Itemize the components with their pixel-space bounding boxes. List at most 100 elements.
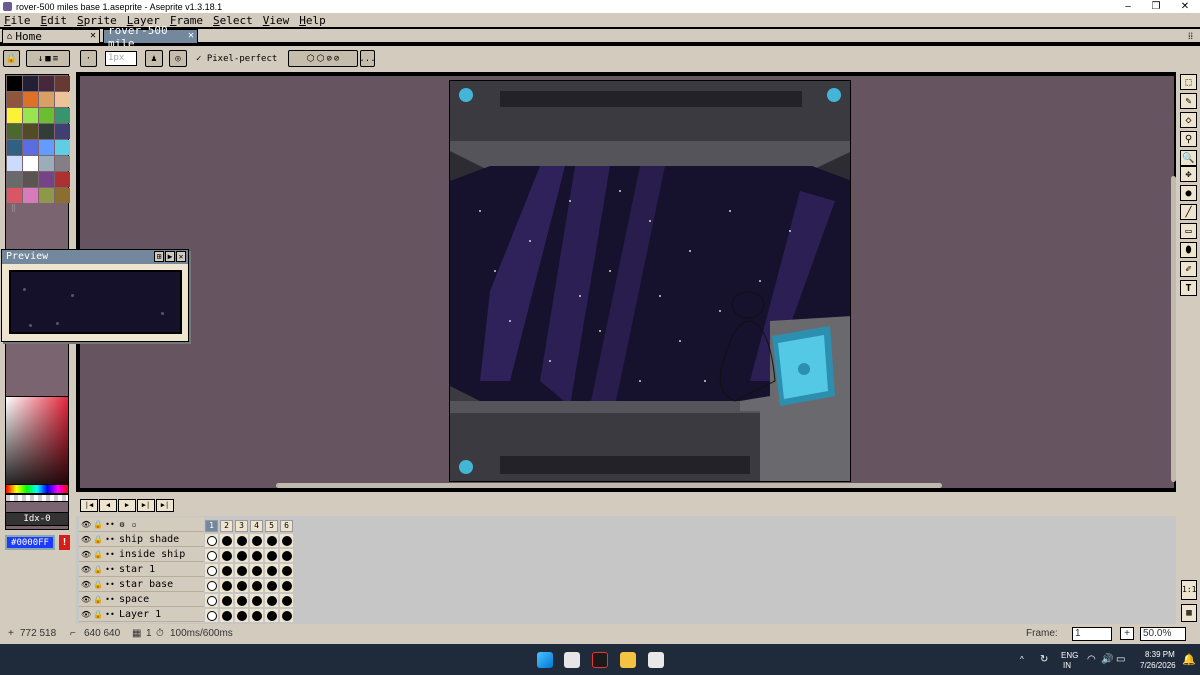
preview-title-bar[interactable]: Preview ⊞ ▶ ✕ (2, 250, 188, 264)
line-tool-icon[interactable]: ╱ (1180, 204, 1197, 220)
layer-settings-icon[interactable]: ⚙ (117, 520, 127, 530)
cel[interactable] (265, 549, 278, 562)
palette-swatch[interactable] (23, 76, 38, 91)
cel[interactable] (250, 564, 263, 577)
palette-swatch[interactable] (7, 156, 22, 171)
palette-swatch[interactable] (39, 156, 54, 171)
menu-view[interactable]: View (263, 14, 290, 27)
smudge-tool-icon[interactable]: ✐ (1180, 261, 1197, 277)
eye-icon[interactable]: 👁 (81, 520, 91, 530)
cel[interactable] (280, 594, 293, 607)
close-tab-icon[interactable]: ✕ (188, 30, 194, 41)
frame-header[interactable]: 3 (235, 520, 248, 532)
cel[interactable] (205, 534, 218, 547)
cel[interactable] (280, 609, 293, 622)
tray-app-icon[interactable]: ↻ (1040, 654, 1048, 665)
palette-swatch[interactable] (55, 172, 70, 187)
cel[interactable] (220, 579, 233, 592)
play-icon[interactable]: ▶ (118, 499, 136, 512)
palette-resize-icon[interactable]: ‖ (11, 203, 16, 212)
tab-home[interactable]: ⌂ Home ✕ (2, 29, 100, 44)
cel[interactable] (235, 609, 248, 622)
cel[interactable] (205, 594, 218, 607)
cel[interactable] (220, 609, 233, 622)
ink-icon[interactable]: ♟ (145, 50, 163, 67)
palette-swatch[interactable] (23, 188, 38, 203)
file-explorer-icon[interactable] (620, 652, 636, 668)
opera-gx-icon[interactable] (592, 652, 608, 668)
pixel-perfect-checkbox[interactable]: ✓ Pixel-perfect (196, 54, 277, 64)
palette-swatch[interactable] (55, 124, 70, 139)
cel[interactable] (205, 579, 218, 592)
menu-help[interactable]: Help (299, 14, 326, 27)
last-frame-icon[interactable]: ▶| (156, 499, 174, 512)
cel[interactable] (235, 564, 248, 577)
layer-row[interactable]: 👁 🔒 •• inside ship (79, 548, 204, 562)
menu-select[interactable]: Select (213, 14, 253, 27)
palette-swatch[interactable] (39, 124, 54, 139)
warning-icon[interactable]: ! (59, 535, 70, 550)
language-label[interactable]: ENG (1061, 651, 1078, 660)
cel[interactable] (220, 534, 233, 547)
eye-icon[interactable]: 👁 (81, 535, 91, 545)
palette-swatch[interactable] (39, 188, 54, 203)
menu-edit[interactable]: Edit (41, 14, 68, 27)
cel[interactable] (250, 609, 263, 622)
ratio-button[interactable]: 1:1 (1181, 580, 1197, 600)
frame-header[interactable]: 2 (220, 520, 233, 532)
ink-mode-buttons[interactable]: ↓ ■ ≡ (26, 50, 70, 67)
palette-swatch[interactable] (39, 108, 54, 123)
clock-time[interactable]: 8:39 PM (1145, 650, 1175, 659)
lock-icon[interactable]: 🔒 (93, 610, 103, 620)
palette-swatch[interactable] (55, 92, 70, 107)
first-frame-icon[interactable]: |◀ (80, 499, 98, 512)
app-icon-1[interactable] (564, 652, 580, 668)
pencil-tool-icon[interactable]: ✎ (1180, 93, 1197, 109)
cel[interactable] (250, 549, 263, 562)
cel[interactable] (235, 594, 248, 607)
eraser-tool-icon[interactable]: ◇ (1180, 112, 1197, 128)
layer-square-icon[interactable]: ▫ (129, 520, 139, 530)
hue-slider[interactable] (5, 484, 69, 494)
continuous-icon[interactable]: •• (105, 565, 115, 575)
frame-input[interactable]: 1 (1072, 627, 1112, 641)
notification-icon[interactable]: 🔔 (1182, 653, 1196, 666)
cel[interactable] (250, 594, 263, 607)
palette-swatch[interactable] (39, 140, 54, 155)
palette-swatch[interactable] (7, 140, 22, 155)
cel[interactable] (265, 609, 278, 622)
wifi-icon[interactable]: ◠ (1087, 654, 1096, 665)
filmstrip-icon[interactable]: ▦ (1181, 604, 1197, 622)
continuous-icon[interactable]: •• (105, 535, 115, 545)
eye-icon[interactable]: 👁 (81, 595, 91, 605)
next-frame-icon[interactable]: ▶| (137, 499, 155, 512)
palette-swatch[interactable] (55, 140, 70, 155)
layer-row[interactable]: 👁 🔒 •• Layer 1 (79, 608, 204, 622)
close-tab-icon[interactable]: ✕ (90, 30, 96, 41)
palette-swatch[interactable] (7, 124, 22, 139)
layer-row[interactable]: 👁 🔒 •• star base (79, 578, 204, 592)
cel[interactable] (235, 549, 248, 562)
cel[interactable] (250, 579, 263, 592)
canvas-workspace[interactable] (78, 74, 1176, 490)
frame-header[interactable]: 4 (250, 520, 263, 532)
clock-date[interactable]: 7/26/2026 (1140, 661, 1176, 670)
lock-icon[interactable]: 🔒 (93, 535, 103, 545)
palette-swatch[interactable] (7, 188, 22, 203)
previous-frame-icon[interactable]: ◀ (99, 499, 117, 512)
palette-swatch[interactable] (23, 108, 38, 123)
horizontal-scrollbar[interactable] (276, 483, 942, 488)
maximize-button[interactable]: ❐ (1141, 0, 1171, 13)
palette-swatch[interactable] (39, 92, 54, 107)
lock-icon[interactable]: 🔒 (93, 565, 103, 575)
cel[interactable] (280, 564, 293, 577)
cel[interactable] (265, 564, 278, 577)
lock-icon[interactable]: 🔒 (93, 520, 103, 530)
symmetry-buttons[interactable]: ⬡ ⬡ ⊘ ⊘ (288, 50, 358, 67)
preview-window[interactable]: Preview ⊞ ▶ ✕ (1, 249, 189, 342)
eye-icon[interactable]: 👁 (81, 580, 91, 590)
palette-swatch[interactable] (7, 92, 22, 107)
preview-close-icon[interactable]: ✕ (176, 251, 186, 262)
frame-header[interactable]: 5 (265, 520, 278, 532)
palette-swatch[interactable] (39, 76, 54, 91)
